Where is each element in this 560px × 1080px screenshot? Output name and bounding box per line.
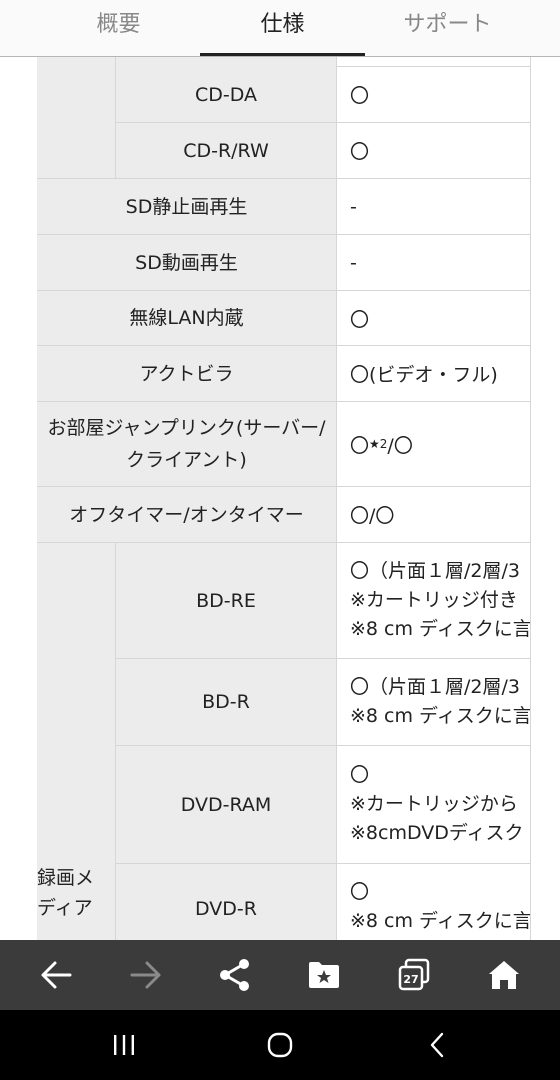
dvd-r-line-1: 〇 [350,881,370,903]
row-value-sd-video: - [337,235,530,290]
row-value-cd-r-rw: 〇 [337,123,530,178]
row-label-timers: オフタイマー/オンタイマー [37,487,336,542]
divider [115,57,116,179]
system-navigation-bar [0,1010,560,1080]
tab-specs[interactable]: 仕様 [200,0,365,56]
bd-r-line-1: 〇（片面１層/2層/3 [350,676,520,698]
divider [337,66,530,67]
divider [116,658,530,659]
row-label-cd-da: CD-DA [116,67,336,122]
divider [530,57,531,940]
divider [116,122,530,123]
dvd-ram-line-1: 〇 [350,764,370,786]
tabs-icon: 27 [398,958,430,991]
row-label-bd-r: BD-R [116,659,336,745]
room-jump-value-client: /〇 [387,434,413,457]
row-label-bd-re: BD-RE [116,543,336,658]
dvd-ram-line-3: ※8cmDVDディスク [350,822,524,844]
row-label-sd-video: SD動画再生 [37,235,336,290]
spec-table: CD-DA 〇 CD-R/RW 〇 SD静止画再生 - SD動画再生 - 無線L… [0,57,560,940]
group-cell-playback [37,57,115,179]
home-icon [489,961,519,989]
forward-button[interactable] [101,940,191,1010]
divider [336,57,337,940]
row-label-actvila: アクトビラ [37,346,336,401]
note-star: ★2 [369,437,388,451]
row-value-wireless-lan: 〇 [337,291,530,345]
divider [116,863,530,864]
room-jump-value-server: 〇 [350,434,370,457]
row-label-dvd-r: DVD-R [116,864,336,940]
system-back-button[interactable] [397,1020,477,1070]
bookmarks-button[interactable] [279,940,369,1010]
home-button[interactable] [459,940,549,1010]
tab-overview[interactable]: 概要 [37,0,200,56]
row-value-sd-still: - [337,179,530,234]
recent-apps-icon [114,1035,134,1055]
tabs-button[interactable]: 27 [369,940,459,1010]
row-value-dvd-r: 〇 ※8 cm ディスクに言 [337,864,530,940]
active-tab-indicator [200,53,365,56]
divider [116,745,530,746]
row-value-bd-r: 〇（片面１層/2層/3 ※8 cm ディスクに言 [337,659,530,745]
row-value-dvd-ram: 〇 ※カートリッジから ※8cmDVDディスク [337,746,530,863]
share-icon [220,959,249,991]
row-label-wireless-lan: 無線LAN内蔵 [37,291,336,345]
divider [37,178,530,179]
bd-r-line-2: ※8 cm ディスクに言 [350,705,530,727]
divider [37,290,530,291]
back-chevron-icon [430,1032,444,1058]
bd-re-line-1: 〇（片面１層/2層/3 [350,560,520,582]
home-circle-icon [267,1032,293,1058]
row-label-cd-r-rw: CD-R/RW [116,123,336,178]
dvd-ram-line-2: ※カートリッジから [350,793,518,815]
row-label-previous [116,57,336,67]
row-value-timers: 〇/〇 [337,487,530,542]
divider [115,543,116,940]
divider [37,486,530,487]
row-label-sd-still: SD静止画再生 [37,179,336,234]
divider [37,542,530,543]
back-arrow-icon [41,961,72,989]
browser-toolbar: 27 [0,940,560,1010]
row-label-room-jump-link: お部屋ジャンプリンク(サーバー/クライアント) [37,402,336,486]
bd-re-line-2: ※カートリッジ付き [350,589,518,611]
tabs-count: 27 [403,973,418,986]
back-button[interactable] [11,940,101,1010]
row-value-bd-re: 〇（片面１層/2層/3 ※カートリッジ付き ※8 cm ディスクに言 [337,543,530,658]
row-value-cd-da: 〇 [337,67,530,122]
bookmarks-folder-icon [309,962,339,988]
share-button[interactable] [190,940,280,1010]
group-label-recording-media: 録画メディア [37,867,95,919]
row-value-room-jump-link: 〇 ★2/〇 [337,402,530,486]
forward-arrow-icon [130,961,161,989]
recent-apps-button[interactable] [84,1020,164,1070]
divider [37,345,530,346]
tab-support[interactable]: サポート [365,0,530,56]
tab-bar: 概要 仕様 サポート [0,0,560,57]
divider [37,234,530,235]
row-value-actvila: 〇(ビデオ・フル) [337,346,530,401]
dvd-r-line-2: ※8 cm ディスクに言 [350,910,530,932]
bd-re-line-3: ※8 cm ディスクに言 [350,618,530,640]
divider [37,401,530,402]
row-label-dvd-ram: DVD-RAM [116,746,336,863]
system-home-button[interactable] [240,1020,320,1070]
